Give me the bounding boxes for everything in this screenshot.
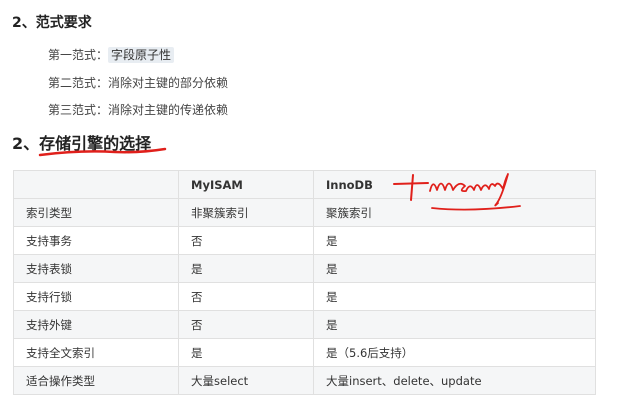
table-cell: 否 xyxy=(178,282,314,311)
table-cell: 支持行锁 xyxy=(13,282,179,311)
table-cell: 否 xyxy=(178,226,314,255)
normal-form-item: 第一范式： 字段原子性 xyxy=(48,46,175,63)
table-cell: 大量select xyxy=(178,366,314,395)
table-cell: 适合操作类型 xyxy=(13,366,179,395)
normal-form-value: 消除对主键的传递依赖 xyxy=(108,103,229,117)
table-row: 支持外键 否 是 xyxy=(13,310,596,339)
normal-form-label: 第三范式： xyxy=(48,103,109,117)
normal-form-item: 第二范式：消除对主键的部分依赖 xyxy=(48,74,228,91)
table-cell: 聚簇索引 xyxy=(313,198,596,227)
normal-form-label: 第一范式： xyxy=(48,48,109,62)
engine-comparison-table: MyISAM InnoDB 索引类型 非聚簇索引 聚簇索引 支持事务 否 是 支… xyxy=(13,170,596,395)
section-heading-storage-engine: 2、存储引擎的选择 xyxy=(12,134,152,153)
table-row: 支持行锁 否 是 xyxy=(13,282,596,311)
table-header-row: MyISAM InnoDB xyxy=(13,170,596,199)
table-cell: 是 xyxy=(313,310,596,339)
table-cell: 是 xyxy=(178,338,314,367)
table-cell: 支持事务 xyxy=(13,226,179,255)
table-cell: 索引类型 xyxy=(13,198,179,227)
table-cell: 支持外键 xyxy=(13,310,179,339)
table-row: 支持表锁 是 是 xyxy=(13,254,596,283)
table-cell: 大量insert、delete、update xyxy=(313,366,596,395)
table-row: 索引类型 非聚簇索引 聚簇索引 xyxy=(13,198,596,227)
table-row: 支持事务 否 是 xyxy=(13,226,596,255)
normal-form-value: 字段原子性 xyxy=(108,47,175,63)
table-cell: 是 xyxy=(313,254,596,283)
table-cell: 非聚簇索引 xyxy=(178,198,314,227)
table-cell: 支持全文索引 xyxy=(13,338,179,367)
table-cell: 是 xyxy=(178,254,314,283)
table-cell: 是 xyxy=(313,282,596,311)
normal-form-item: 第三范式：消除对主键的传递依赖 xyxy=(48,101,228,118)
table-cell: 支持表锁 xyxy=(13,254,179,283)
table-header-cell: MyISAM xyxy=(178,170,314,199)
section-heading-normal-forms: 2、范式要求 xyxy=(12,15,92,31)
normal-form-value: 消除对主键的部分依赖 xyxy=(108,76,229,90)
normal-form-label: 第二范式： xyxy=(48,76,109,90)
table-row: 支持全文索引 是 是（5.6后支持） xyxy=(13,338,596,367)
table-header-cell xyxy=(13,170,179,199)
table-header-cell: InnoDB xyxy=(313,170,596,199)
table-cell: 是（5.6后支持） xyxy=(313,338,596,367)
table-cell: 是 xyxy=(313,226,596,255)
table-row: 适合操作类型 大量select 大量insert、delete、update xyxy=(13,366,596,395)
table-cell: 否 xyxy=(178,310,314,339)
